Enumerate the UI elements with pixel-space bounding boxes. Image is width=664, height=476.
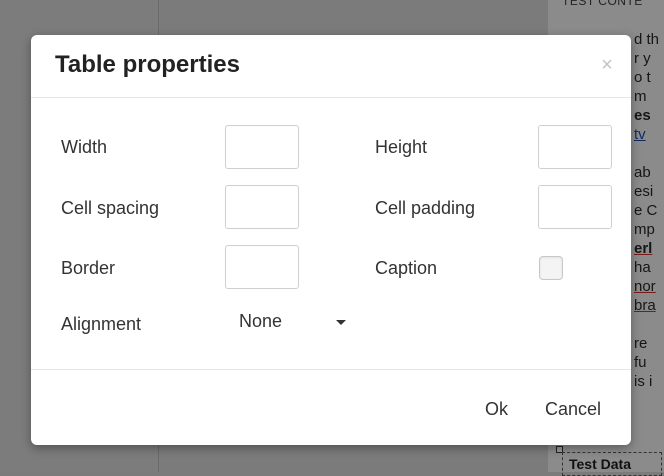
cell-padding-input[interactable] [538, 185, 612, 229]
close-icon[interactable]: × [597, 55, 617, 75]
table-properties-dialog: Table properties × Width Height Cell spa… [31, 35, 631, 445]
dialog-header: Table properties × [31, 35, 631, 98]
border-label: Border [61, 258, 116, 278]
border-input[interactable] [225, 245, 299, 289]
alignment-select[interactable]: None [239, 307, 359, 339]
width-input[interactable] [225, 125, 299, 169]
caption-checkbox[interactable] [539, 256, 563, 280]
width-label: Width [61, 137, 108, 157]
background-test-data: Test Data [562, 452, 662, 476]
chevron-down-icon [336, 320, 346, 325]
dialog-footer: Ok Cancel [31, 369, 631, 446]
dialog-title: Table properties [55, 51, 240, 78]
cell-padding-label: Cell padding [375, 198, 476, 218]
cell-spacing-input[interactable] [225, 185, 299, 229]
height-input[interactable] [538, 125, 612, 169]
cell-spacing-label: Cell spacing [61, 198, 160, 218]
cancel-button[interactable]: Cancel [539, 392, 607, 426]
ok-button[interactable]: Ok [479, 392, 514, 426]
caption-label: Caption [375, 258, 438, 278]
background-doc-text: d th r y o t m es tv ab esi e C mp erl h… [634, 31, 660, 390]
background-doc-heading: TEST CONTE [562, 0, 643, 8]
alignment-select-value: None [239, 311, 283, 331]
alignment-label: Alignment [61, 314, 142, 334]
height-label: Height [375, 137, 428, 157]
